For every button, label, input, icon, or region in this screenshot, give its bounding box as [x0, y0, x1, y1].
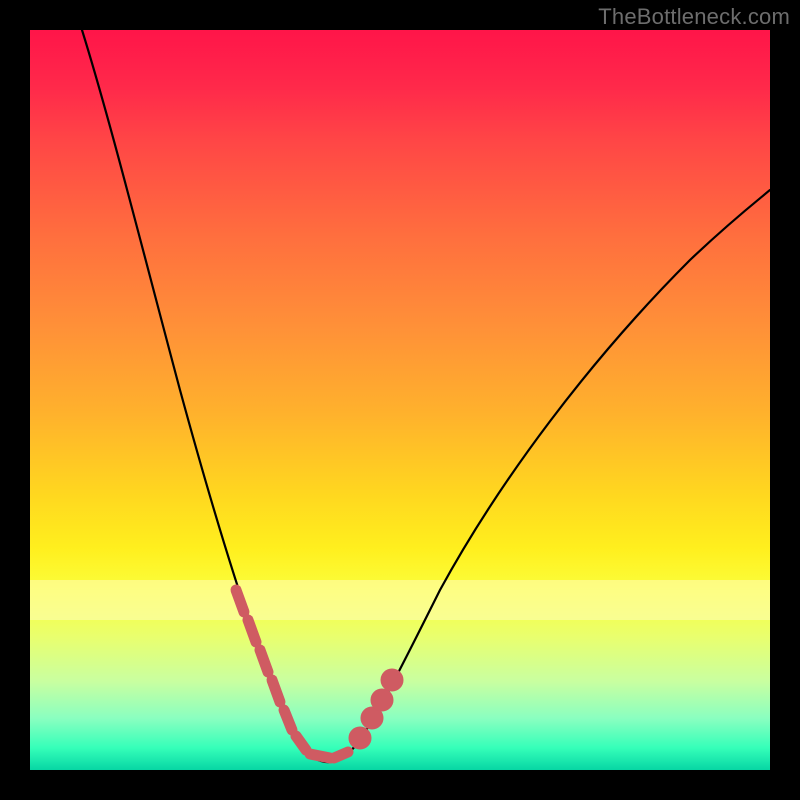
chart-svg [30, 30, 770, 770]
bottleneck-curve [82, 30, 770, 762]
chart-stage: TheBottleneck.com [0, 0, 800, 800]
marker-group [236, 590, 398, 758]
watermark-text: TheBottleneck.com [598, 4, 790, 30]
